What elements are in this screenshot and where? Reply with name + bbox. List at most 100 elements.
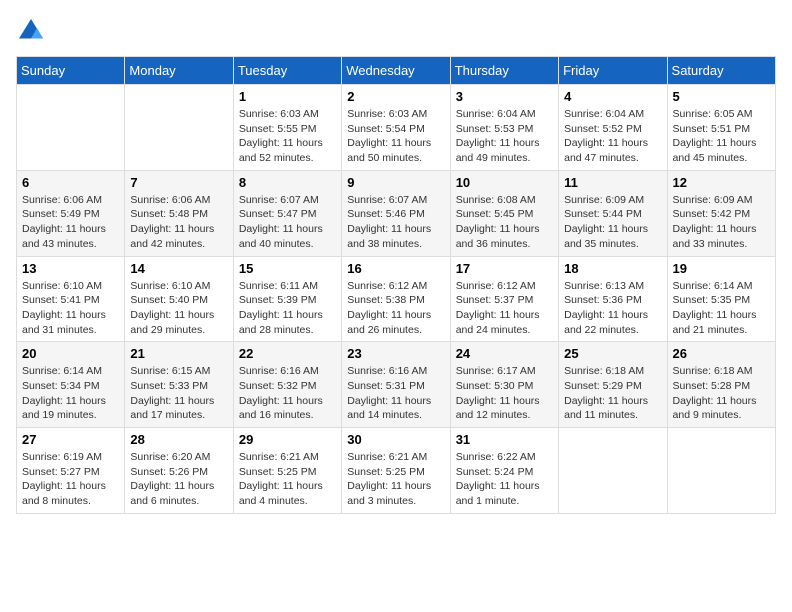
calendar-cell xyxy=(125,85,233,171)
calendar-week-row: 20 Sunrise: 6:14 AMSunset: 5:34 PMDayligh… xyxy=(17,342,776,428)
calendar-week-row: 1Sunrise: 6:03 AMSunset: 5:55 PMDaylight… xyxy=(17,85,776,171)
day-number: 28 xyxy=(130,432,227,447)
day-number: 5 xyxy=(673,89,770,104)
day-number: 18 xyxy=(564,261,661,276)
day-detail: Sunrise: 6:18 AMSunset: 5:29 PMDaylight:… xyxy=(564,364,661,423)
day-detail: Sunrise: 6:19 AMSunset: 5:27 PMDaylight:… xyxy=(22,450,119,509)
day-detail: Sunrise: 6:03 AMSunset: 5:55 PMDaylight:… xyxy=(239,107,336,166)
calendar-table: SundayMondayTuesdayWednesdayThursdayFrid… xyxy=(16,56,776,514)
day-number: 15 xyxy=(239,261,336,276)
calendar-cell xyxy=(559,428,667,514)
weekday-header: Saturday xyxy=(667,57,775,85)
day-detail: Sunrise: 6:14 AMSunset: 5:34 PMDaylight:… xyxy=(22,364,119,423)
day-detail: Sunrise: 6:05 AMSunset: 5:51 PMDaylight:… xyxy=(673,107,770,166)
calendar-cell xyxy=(17,85,125,171)
calendar-cell: 20 Sunrise: 6:14 AMSunset: 5:34 PMDayligh… xyxy=(17,342,125,428)
day-detail: Sunrise: 6:03 AMSunset: 5:54 PMDaylight:… xyxy=(347,107,444,166)
day-detail: Sunrise: 6:07 AMSunset: 5:46 PMDaylight:… xyxy=(347,193,444,252)
calendar-cell xyxy=(667,428,775,514)
day-number: 9 xyxy=(347,175,444,190)
day-detail: Sunrise: 6:12 AMSunset: 5:38 PMDaylight:… xyxy=(347,279,444,338)
calendar-body: 1Sunrise: 6:03 AMSunset: 5:55 PMDaylight… xyxy=(17,85,776,514)
day-number: 20 xyxy=(22,346,119,361)
calendar-cell: 4 Sunrise: 6:04 AMSunset: 5:52 PMDaylight… xyxy=(559,85,667,171)
calendar-header: SundayMondayTuesdayWednesdayThursdayFrid… xyxy=(17,57,776,85)
day-detail: Sunrise: 6:20 AMSunset: 5:26 PMDaylight:… xyxy=(130,450,227,509)
day-number: 23 xyxy=(347,346,444,361)
day-detail: Sunrise: 6:14 AMSunset: 5:35 PMDaylight:… xyxy=(673,279,770,338)
day-detail: Sunrise: 6:06 AMSunset: 5:49 PMDaylight:… xyxy=(22,193,119,252)
weekday-header: Friday xyxy=(559,57,667,85)
day-number: 6 xyxy=(22,175,119,190)
weekday-header: Tuesday xyxy=(233,57,341,85)
calendar-cell: 2Sunrise: 6:03 AMSunset: 5:54 PMDaylight… xyxy=(342,85,450,171)
day-detail: Sunrise: 6:21 AMSunset: 5:25 PMDaylight:… xyxy=(347,450,444,509)
weekday-header: Monday xyxy=(125,57,233,85)
page-header xyxy=(16,16,776,46)
logo-icon xyxy=(16,16,46,46)
calendar-cell: 31Sunrise: 6:22 AMSunset: 5:24 PMDayligh… xyxy=(450,428,558,514)
calendar-cell: 16 Sunrise: 6:12 AMSunset: 5:38 PMDayligh… xyxy=(342,256,450,342)
day-number: 19 xyxy=(673,261,770,276)
day-number: 27 xyxy=(22,432,119,447)
weekday-header: Sunday xyxy=(17,57,125,85)
day-detail: Sunrise: 6:09 AMSunset: 5:44 PMDaylight:… xyxy=(564,193,661,252)
day-detail: Sunrise: 6:11 AMSunset: 5:39 PMDaylight:… xyxy=(239,279,336,338)
day-number: 4 xyxy=(564,89,661,104)
day-detail: Sunrise: 6:18 AMSunset: 5:28 PMDaylight:… xyxy=(673,364,770,423)
logo xyxy=(16,16,50,46)
calendar-cell: 17 Sunrise: 6:12 AMSunset: 5:37 PMDayligh… xyxy=(450,256,558,342)
calendar-cell: 13 Sunrise: 6:10 AMSunset: 5:41 PMDayligh… xyxy=(17,256,125,342)
day-number: 31 xyxy=(456,432,553,447)
day-number: 13 xyxy=(22,261,119,276)
day-number: 7 xyxy=(130,175,227,190)
day-number: 26 xyxy=(673,346,770,361)
day-number: 16 xyxy=(347,261,444,276)
day-number: 30 xyxy=(347,432,444,447)
calendar-cell: 25 Sunrise: 6:18 AMSunset: 5:29 PMDayligh… xyxy=(559,342,667,428)
day-detail: Sunrise: 6:07 AMSunset: 5:47 PMDaylight:… xyxy=(239,193,336,252)
calendar-cell: 5 Sunrise: 6:05 AMSunset: 5:51 PMDaylight… xyxy=(667,85,775,171)
calendar-cell: 23Sunrise: 6:16 AMSunset: 5:31 PMDayligh… xyxy=(342,342,450,428)
day-detail: Sunrise: 6:17 AMSunset: 5:30 PMDaylight:… xyxy=(456,364,553,423)
day-number: 21 xyxy=(130,346,227,361)
day-detail: Sunrise: 6:10 AMSunset: 5:41 PMDaylight:… xyxy=(22,279,119,338)
day-number: 8 xyxy=(239,175,336,190)
calendar-cell: 3 Sunrise: 6:04 AMSunset: 5:53 PMDaylight… xyxy=(450,85,558,171)
calendar-cell: 1Sunrise: 6:03 AMSunset: 5:55 PMDaylight… xyxy=(233,85,341,171)
day-number: 24 xyxy=(456,346,553,361)
weekday-row: SundayMondayTuesdayWednesdayThursdayFrid… xyxy=(17,57,776,85)
calendar-cell: 19 Sunrise: 6:14 AMSunset: 5:35 PMDayligh… xyxy=(667,256,775,342)
calendar-cell: 22Sunrise: 6:16 AMSunset: 5:32 PMDayligh… xyxy=(233,342,341,428)
calendar-cell: 6 Sunrise: 6:06 AMSunset: 5:49 PMDaylight… xyxy=(17,170,125,256)
calendar-week-row: 13 Sunrise: 6:10 AMSunset: 5:41 PMDayligh… xyxy=(17,256,776,342)
day-detail: Sunrise: 6:09 AMSunset: 5:42 PMDaylight:… xyxy=(673,193,770,252)
calendar-cell: 28 Sunrise: 6:20 AMSunset: 5:26 PMDayligh… xyxy=(125,428,233,514)
day-detail: Sunrise: 6:04 AMSunset: 5:53 PMDaylight:… xyxy=(456,107,553,166)
calendar-cell: 8 Sunrise: 6:07 AMSunset: 5:47 PMDaylight… xyxy=(233,170,341,256)
calendar-cell: 27 Sunrise: 6:19 AMSunset: 5:27 PMDayligh… xyxy=(17,428,125,514)
calendar-week-row: 27 Sunrise: 6:19 AMSunset: 5:27 PMDayligh… xyxy=(17,428,776,514)
calendar-cell: 24 Sunrise: 6:17 AMSunset: 5:30 PMDayligh… xyxy=(450,342,558,428)
day-number: 11 xyxy=(564,175,661,190)
day-number: 3 xyxy=(456,89,553,104)
day-number: 25 xyxy=(564,346,661,361)
day-number: 10 xyxy=(456,175,553,190)
calendar-cell: 12 Sunrise: 6:09 AMSunset: 5:42 PMDayligh… xyxy=(667,170,775,256)
weekday-header: Wednesday xyxy=(342,57,450,85)
calendar-cell: 21Sunrise: 6:15 AMSunset: 5:33 PMDayligh… xyxy=(125,342,233,428)
weekday-header: Thursday xyxy=(450,57,558,85)
calendar-week-row: 6 Sunrise: 6:06 AMSunset: 5:49 PMDaylight… xyxy=(17,170,776,256)
day-number: 17 xyxy=(456,261,553,276)
calendar-cell: 9 Sunrise: 6:07 AMSunset: 5:46 PMDaylight… xyxy=(342,170,450,256)
day-detail: Sunrise: 6:13 AMSunset: 5:36 PMDaylight:… xyxy=(564,279,661,338)
day-number: 29 xyxy=(239,432,336,447)
day-detail: Sunrise: 6:12 AMSunset: 5:37 PMDaylight:… xyxy=(456,279,553,338)
day-number: 12 xyxy=(673,175,770,190)
calendar-cell: 10Sunrise: 6:08 AMSunset: 5:45 PMDayligh… xyxy=(450,170,558,256)
calendar-cell: 30 Sunrise: 6:21 AMSunset: 5:25 PMDayligh… xyxy=(342,428,450,514)
day-detail: Sunrise: 6:04 AMSunset: 5:52 PMDaylight:… xyxy=(564,107,661,166)
day-number: 14 xyxy=(130,261,227,276)
day-detail: Sunrise: 6:16 AMSunset: 5:32 PMDaylight:… xyxy=(239,364,336,423)
calendar-cell: 29Sunrise: 6:21 AMSunset: 5:25 PMDayligh… xyxy=(233,428,341,514)
